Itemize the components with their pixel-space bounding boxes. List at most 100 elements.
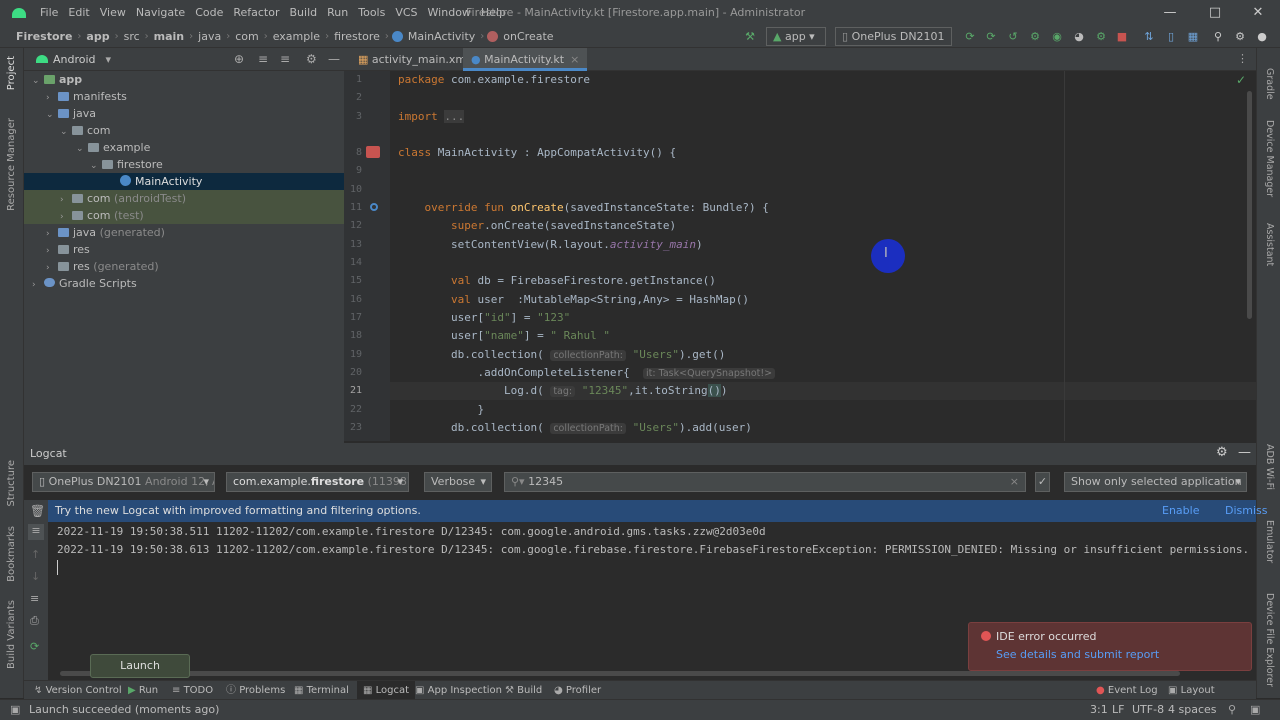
settings-icon[interactable]: ⚙ <box>1232 29 1248 45</box>
override-marker-icon[interactable] <box>370 203 378 211</box>
tab-terminal[interactable]: ▦ Terminal <box>294 681 349 700</box>
tree-item-res-generated[interactable]: › res (generated) <box>46 258 159 275</box>
tree-item-mainactivity[interactable]: MainActivity <box>24 173 344 190</box>
log-scrollbar[interactable] <box>60 671 1180 676</box>
tab-todo[interactable]: ≡ TODO <box>172 681 213 700</box>
tree-item-gradle-scripts[interactable]: › Gradle Scripts <box>32 275 137 292</box>
tree-item-app[interactable]: ⌄ app <box>32 71 82 88</box>
tool-adb-wifi[interactable]: ADB Wi-Fi <box>1264 444 1275 490</box>
breadcrumb-app[interactable]: app <box>84 30 111 43</box>
caret-position[interactable]: 3:1 <box>1090 700 1108 720</box>
device-select[interactable]: ▯ OnePlus DN2101 ▾ <box>835 27 952 60</box>
panel-settings-icon[interactable]: ⚙ <box>306 52 317 66</box>
scroll-up-icon[interactable]: ↑ <box>31 548 40 561</box>
tab-event-log[interactable]: ● Event Log <box>1096 681 1158 700</box>
enable-link[interactable]: Enable <box>1162 500 1199 522</box>
tool-emulator[interactable]: Emulator <box>1264 520 1275 563</box>
tab-run[interactable]: ▶ Run <box>128 681 158 700</box>
breadcrumb-src[interactable]: src <box>122 30 142 43</box>
breadcrumb-mainactivity[interactable]: MainActivity <box>406 30 477 43</box>
menu-view[interactable]: View <box>95 0 131 26</box>
tab-app-inspection[interactable]: ▣ App Inspection <box>415 681 502 700</box>
logcat-search-input[interactable]: ⚲▾ 12345 × <box>504 472 1026 492</box>
profile-icon[interactable]: ◕ <box>1071 29 1087 45</box>
sync-gradle-icon[interactable]: ⇅ <box>1141 29 1157 45</box>
menu-tools[interactable]: Tools <box>353 0 390 26</box>
menu-run[interactable]: Run <box>322 0 353 26</box>
account-icon[interactable]: ● <box>1254 29 1270 45</box>
tool-project[interactable]: Project <box>6 56 17 90</box>
expand-all-icon[interactable]: ≡ <box>258 52 268 66</box>
print-icon[interactable]: ⎙ <box>30 614 39 628</box>
tree-item-test[interactable]: › com (test) <box>24 207 344 224</box>
logcat-level-select[interactable]: Verbose ▾ <box>424 472 492 492</box>
maximize-icon[interactable]: □ <box>1195 0 1235 26</box>
project-view-select[interactable]: Android <box>53 53 96 66</box>
tab-mainactivity-kt[interactable]: ● MainActivity.kt × <box>463 48 588 71</box>
tool-assistant[interactable]: Assistant <box>1264 223 1275 266</box>
breadcrumb-firestore[interactable]: firestore <box>332 30 382 43</box>
tree-item-java-generated[interactable]: › java (generated) <box>46 224 165 241</box>
run-icon[interactable]: ⟳ <box>962 29 978 45</box>
editor-scrollbar[interactable] <box>1247 91 1252 319</box>
collapse-all-icon[interactable]: ≡ <box>280 52 290 66</box>
activity-run-icon[interactable] <box>366 146 380 158</box>
minimize-icon[interactable]: — <box>1150 0 1190 26</box>
menu-file[interactable]: File <box>35 0 63 26</box>
breadcrumb-java[interactable]: java <box>196 30 223 43</box>
breadcrumb-project[interactable]: Firestore <box>14 30 74 43</box>
tree-item-manifests[interactable]: › manifests <box>46 88 127 105</box>
search-icon[interactable]: ⚲ <box>1210 29 1226 45</box>
tree-item-example[interactable]: ⌄ example <box>76 139 150 156</box>
tool-device-file-explorer[interactable]: Device File Explorer <box>1264 593 1275 687</box>
sdk-manager-icon[interactable]: ▦ <box>1185 29 1201 45</box>
logcat-device-select[interactable]: ▯ OnePlus DN2101 Android 12, API▾ <box>32 472 215 492</box>
line-separator[interactable]: LF <box>1112 700 1124 720</box>
restart-icon[interactable]: ≡ <box>30 592 39 605</box>
hammer-icon[interactable]: ⚒ <box>742 29 758 45</box>
status-layout-icon[interactable]: ▣ <box>10 700 20 720</box>
run-config-select[interactable]: ▲ app ▾ <box>766 27 826 46</box>
apply-changes-icon[interactable]: ⟳ <box>983 29 999 45</box>
logcat-app-filter-select[interactable]: Show only selected application ▾ <box>1064 472 1247 492</box>
tool-build-variants[interactable]: Build Variants <box>6 600 17 669</box>
file-encoding[interactable]: UTF-8 <box>1132 700 1164 720</box>
code-editor[interactable]: package com.example.firestore import ...… <box>390 71 1256 441</box>
menu-code[interactable]: Code <box>190 0 228 26</box>
tool-bookmarks[interactable]: Bookmarks <box>6 526 17 582</box>
tree-item-firestore[interactable]: ⌄ firestore <box>90 156 163 173</box>
tab-logcat[interactable]: ▦ Logcat <box>357 681 416 700</box>
tool-gradle[interactable]: Gradle <box>1264 68 1275 100</box>
tab-profiler[interactable]: ◕ Profiler <box>554 681 601 700</box>
menu-edit[interactable]: Edit <box>63 0 94 26</box>
breadcrumb-example[interactable]: example <box>271 30 322 43</box>
lock-icon[interactable]: ⚲ <box>1228 700 1236 720</box>
stop-icon[interactable]: ■ <box>1114 29 1130 45</box>
debug-icon[interactable]: ⚙ <box>1027 29 1043 45</box>
logcat-package-select[interactable]: com.example.firestore (11398) ▾ <box>226 472 409 492</box>
breadcrumb-main[interactable]: main <box>152 30 187 43</box>
close-icon[interactable]: ✕ <box>1238 0 1278 26</box>
menu-vcs[interactable]: VCS <box>390 0 422 26</box>
tool-device-manager[interactable]: Device Manager <box>1264 120 1275 197</box>
soft-wrap-icon[interactable]: ≡ <box>28 524 44 540</box>
tool-resource-manager[interactable]: Resource Manager <box>6 118 17 211</box>
breadcrumb-oncreate[interactable]: onCreate <box>501 30 555 43</box>
menu-navigate[interactable]: Navigate <box>131 0 190 26</box>
device-manager-icon[interactable]: ▯ <box>1163 29 1179 45</box>
tab-version-control[interactable]: ↯ Version Control <box>34 681 122 700</box>
tree-item-androidtest[interactable]: › com (androidTest) <box>24 190 344 207</box>
indent-setting[interactable]: 4 spaces <box>1168 700 1217 720</box>
locate-icon[interactable]: ⊕ <box>234 52 244 66</box>
breadcrumb-com[interactable]: com <box>233 30 261 43</box>
tab-layout-inspector[interactable]: ▣ Layout Inspector <box>1168 681 1256 715</box>
tool-structure[interactable]: Structure <box>6 460 17 507</box>
dismiss-link[interactable]: Dismiss <box>1225 500 1268 522</box>
logcat-hide-icon[interactable]: — <box>1238 445 1251 460</box>
logcat-settings-icon[interactable]: ⚙ <box>1216 445 1228 460</box>
attach-debugger-icon[interactable]: ◉ <box>1049 29 1065 45</box>
tab-build[interactable]: ⚒ Build <box>505 681 542 700</box>
memory-icon[interactable]: ▣ <box>1250 700 1260 720</box>
regex-checkbox[interactable]: ✓ <box>1035 472 1050 492</box>
tab-menu-icon[interactable]: ⋮ <box>1237 52 1248 65</box>
